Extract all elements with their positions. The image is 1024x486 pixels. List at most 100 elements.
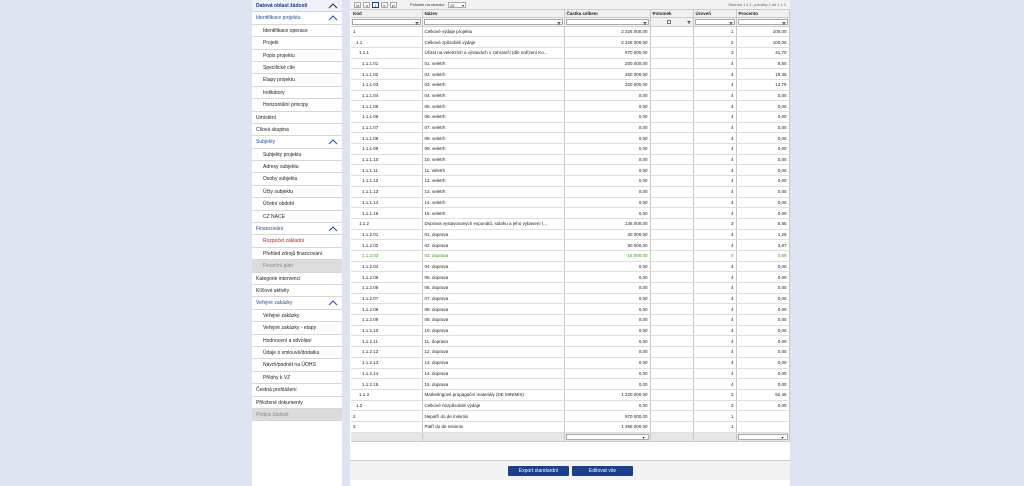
table-row[interactable]: 1.1.1.09 09. veletrh 0,00 4 0,00 [351, 143, 790, 155]
sidebar-item-32[interactable]: Podpis žádosti [252, 408, 342, 422]
sidebar-item-22[interactable]: Klíčové aktivity [252, 285, 342, 298]
column-header[interactable]: Procento [736, 10, 790, 18]
chevron-up-icon[interactable] [328, 14, 338, 22]
column-header[interactable]: Kód [351, 10, 423, 18]
chevron-up-icon[interactable] [328, 2, 338, 10]
sidebar-item-9[interactable]: Cílová skupina [252, 124, 342, 137]
filter-icon[interactable] [414, 21, 419, 25]
sidebar-item-17[interactable]: Financování [252, 223, 342, 236]
table-row[interactable]: 1.1.1.05 05. veletrh 0,00 4 0,00 [351, 100, 790, 112]
table-row[interactable]: 1.1.3 Marketingové propagační materiály (… [351, 389, 790, 401]
table-row[interactable]: 1.1.1.10 10. veletrh 0,00 4 0,00 [351, 154, 790, 166]
sidebar-item-30[interactable]: Čestná prohlášení [252, 384, 342, 397]
table-row[interactable]: 1.1.1.07 07. veletrh 0,00 4 0,00 [351, 122, 790, 134]
table-row[interactable]: 1.1.1.08 08. veletrh 0,00 4 0,00 [351, 132, 790, 145]
sidebar-item-6[interactable]: Indikátory [252, 87, 342, 100]
sidebar-item-0[interactable]: Identifikace projektu [252, 12, 342, 25]
sidebar-item-12[interactable]: Adresy subjektu [252, 161, 342, 174]
sidebar-item-15[interactable]: Účetní období [252, 198, 342, 211]
table-row[interactable]: 1.1.2.07 07. doprava 0,00 4 0,00 [351, 293, 790, 305]
sidebar-item-4[interactable]: Specifické cíle [252, 62, 342, 75]
sidebar-item-29[interactable]: Přílohy k VZ [252, 372, 342, 385]
sidebar-item-5[interactable]: Etapy projektu [252, 74, 342, 87]
chevron-up-icon[interactable] [328, 138, 338, 146]
column-filter-input[interactable] [694, 18, 735, 25]
table-row[interactable]: 1.1.2.11 11. doprava 0,00 4 0,00 [351, 335, 790, 348]
sidebar-item-19[interactable]: Přehled zdrojů financování [252, 248, 342, 261]
filter-icon[interactable] [642, 21, 647, 25]
sidebar-item-26[interactable]: Hodnocení a odvolání [252, 335, 342, 347]
table-row[interactable]: 1.1.1.12 12. veletrh 0,00 4 0,00 [351, 175, 790, 187]
sidebar-item-3[interactable]: Popis projektu [252, 50, 342, 62]
sidebar-item-20[interactable]: Finanční plán [252, 260, 342, 273]
sidebar-item-14[interactable]: Účty subjektu [252, 186, 342, 199]
table-row[interactable]: 1.1.1.13 13. veletrh 0,00 4 0,00 [351, 186, 790, 198]
sidebar-item-24[interactable]: Veřejné zakázky [252, 310, 342, 323]
table-row[interactable]: 1.1.1.11 11. veletrh 0,00 4 0,00 [351, 164, 790, 177]
column-filter-input[interactable] [652, 19, 692, 25]
sidebar-item-1[interactable]: Identifikace operace [252, 25, 342, 38]
table-row[interactable]: 1.1.2.13 13. doprava 0,00 4 0,00 [351, 357, 790, 369]
sidebar-item-11[interactable]: Subjekty projektu [252, 149, 342, 162]
sidebar-item-28[interactable]: Návrh/podnět na ÚOHS [252, 359, 342, 372]
column-filter-input[interactable] [565, 18, 649, 25]
table-row[interactable]: 1.1.2.10 10. doprava 0,00 4 0,00 [351, 325, 790, 337]
table-row[interactable]: 1 Celkové výdaje projektu 2 326 000,00 1 100… [351, 26, 790, 38]
table-row[interactable]: 1.2 Celkové nezpůsobilé výdaje 0,00 3 0,00 [351, 400, 790, 412]
column-header[interactable]: Částka celkem [564, 10, 651, 18]
filter-icon[interactable] [728, 21, 733, 25]
prev-page-icon[interactable]: ◂ [363, 2, 370, 8]
table-row[interactable]: 1.1.2.06 06. doprava 0,00 4 0,00 [351, 282, 790, 294]
table-row[interactable]: 1.1.2.14 14. doprava 0,00 4 0,00 [351, 368, 790, 380]
table-row[interactable]: 1.1.2.03 03. doprava 16 000,00 4 0,69 [351, 250, 790, 262]
table-row[interactable]: 3 Patří do de minimis 1 356 000,00 1 [351, 421, 790, 433]
table-row[interactable]: 1.1.1.03 03. veletrh 320 000,00 4 13,76 [351, 79, 790, 91]
table-row[interactable]: 1.1.2.05 05. doprava 0,00 4 0,00 [351, 271, 790, 283]
table-row[interactable]: 2 Nepatří do de minimis 970 000,00 1 [351, 410, 790, 422]
table-row[interactable]: 1.1 Celkové způsobilé výdaje 2 326 000,00 2… [351, 36, 790, 48]
table-row[interactable]: 1.1.2.09 09. doprava 0,00 4 0,00 [351, 314, 790, 326]
filter-icon[interactable] [556, 21, 561, 25]
sidebar-item-10[interactable]: Subjekty [252, 136, 342, 149]
table-row[interactable]: 1.1.1.01 01. veletrh 200 000,00 4 8,60 [351, 58, 790, 70]
sidebar-item-7[interactable]: Horizontální principy [252, 99, 342, 112]
column-filter-input[interactable] [737, 18, 788, 25]
sidebar-item-21[interactable]: Kategorie intervencí [252, 273, 342, 285]
sidebar-item-23[interactable]: Veřejné zakázky [252, 297, 342, 310]
table-row[interactable]: 1.1.2.02 02. doprava 90 000,00 4 3,87 [351, 239, 790, 251]
export-standard-button[interactable]: Export standardní [508, 466, 569, 476]
column-header[interactable]: Název [422, 10, 565, 18]
column-header[interactable]: Potomek [650, 10, 694, 18]
sidebar-item-8[interactable]: Umístění [252, 112, 342, 124]
sum-select[interactable]: ▾ [565, 433, 649, 440]
table-row[interactable]: 1.1.1.06 06. veletrh 0,00 4 0,00 [351, 111, 790, 123]
first-page-icon[interactable]: |◂ [354, 2, 361, 8]
sidebar-item-16[interactable]: CZ NACE [252, 211, 342, 224]
last-page-icon[interactable]: ▸| [390, 2, 397, 8]
column-filter-input[interactable] [423, 18, 563, 25]
table-row[interactable]: 1.1.1.15 15. veletrh 0,00 4 0,00 [351, 207, 790, 219]
next-page-icon[interactable]: ▸ [381, 2, 388, 8]
table-row[interactable]: 1.1.2.12 12. doprava 0,00 4 0,00 [351, 346, 790, 358]
page-size-select[interactable]: 25 ▾ [448, 2, 466, 8]
filter-checkbox[interactable] [666, 19, 671, 24]
table-row[interactable]: 1.1.1.14 14. veletrh 0,00 4 0,00 [351, 197, 790, 209]
sum-select-percent[interactable]: ▾ [737, 433, 788, 440]
chevron-up-icon[interactable] [328, 225, 338, 233]
filter-icon[interactable] [686, 20, 691, 24]
table-row[interactable]: 1.1.1 Účast na veletrzích a výstavách v z… [351, 47, 790, 59]
current-page[interactable]: 1 [372, 2, 379, 8]
table-row[interactable]: 1.1.2 Doprava vystavovaných exponátů, stá… [351, 218, 790, 230]
table-row[interactable]: 1.1.2.15 15. doprava 0,00 4 0,00 [351, 378, 790, 390]
chevron-up-icon[interactable] [328, 299, 338, 307]
table-row[interactable]: 1.1.2.04 04. doprava 0,00 4 0,00 [351, 261, 790, 273]
column-header[interactable]: Úroveň [693, 10, 737, 18]
table-row[interactable]: 1.1.2.01 01. doprava 30 000,00 4 1,29 [351, 229, 790, 241]
table-row[interactable]: 1.1.2.08 08. doprava 0,00 4 0,00 [351, 303, 790, 316]
table-row[interactable]: 1.1.1.04 04. veletrh 0,00 4 0,00 [351, 90, 790, 102]
sidebar-item-2[interactable]: Projekt [252, 37, 342, 50]
sidebar-item-27[interactable]: Údaje o smlouvě/dodatku [252, 347, 342, 360]
edit-all-button[interactable]: Editovat vše [572, 466, 633, 476]
filter-icon[interactable] [781, 21, 786, 25]
column-filter-input[interactable] [352, 18, 421, 25]
